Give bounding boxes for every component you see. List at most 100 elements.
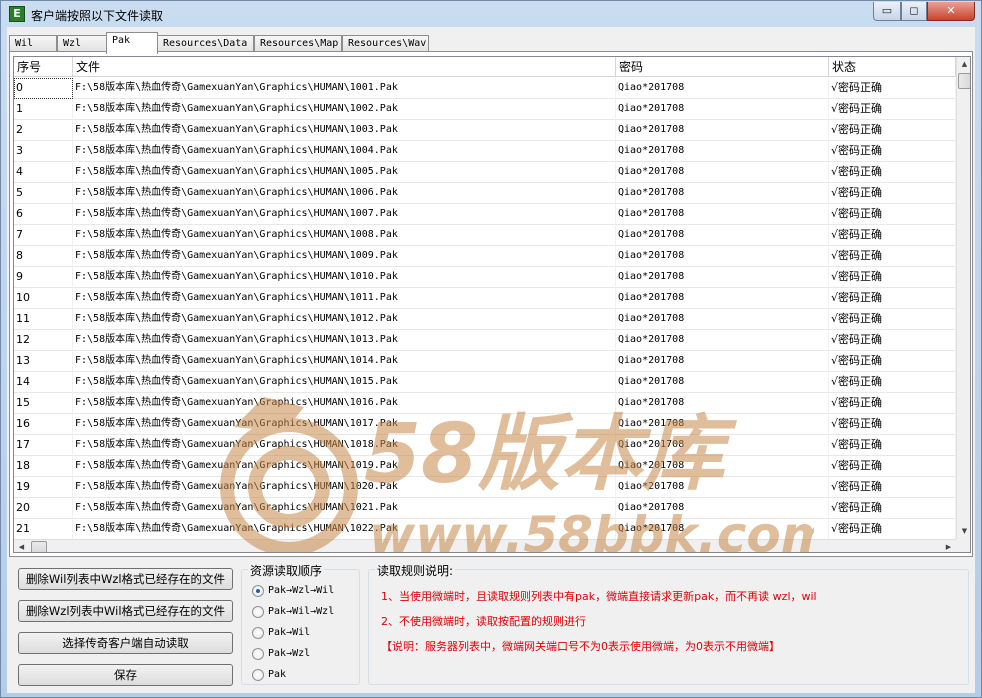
table-row[interactable]: 0 F:\58版本库\热血传奇\GamexuanYan\Graphics\HUMA… <box>14 78 956 99</box>
auto-read-client-button[interactable]: 选择传奇客户端自动读取 <box>18 632 233 654</box>
main-window: E 客户端按照以下文件读取 ▭ ◻ ✕ Wil Wzl Pak Resource… <box>0 0 982 698</box>
table-row[interactable]: 6 F:\58版本库\热血传奇\GamexuanYan\Graphics\HUMA… <box>14 204 956 225</box>
status-cell: √密码正确 <box>829 246 956 267</box>
index-cell: 5 <box>14 183 73 204</box>
table-row[interactable]: 10 F:\58版本库\热血传奇\GamexuanYan\Graphics\HUM… <box>14 288 956 309</box>
rule-line-1: 1、当使用微端时，且读取规则列表中有pak，微端直接请求更新pak，而不再读 w… <box>381 590 817 603</box>
index-cell: 19 <box>14 477 73 498</box>
index-cell: 14 <box>14 372 73 393</box>
radio-button-icon[interactable] <box>252 606 264 618</box>
close-button[interactable]: ✕ <box>927 2 975 21</box>
read-order-option[interactable]: Pak <box>252 667 286 683</box>
radio-button-icon[interactable] <box>252 648 264 660</box>
status-cell: √密码正确 <box>829 183 956 204</box>
password-cell: Qiao*201708 <box>616 351 829 372</box>
table-row[interactable]: 19 F:\58版本库\热血传奇\GamexuanYan\Graphics\HUM… <box>14 477 956 498</box>
table-row[interactable]: 9 F:\58版本库\热血传奇\GamexuanYan\Graphics\HUMA… <box>14 267 956 288</box>
maximize-button[interactable]: ◻ <box>901 2 927 21</box>
window-title: 客户端按照以下文件读取 <box>31 9 164 23</box>
password-cell: Qiao*201708 <box>616 477 829 498</box>
status-cell: √密码正确 <box>829 414 956 435</box>
file-cell: F:\58版本库\热血传奇\GamexuanYan\Graphics\HUMAN… <box>73 246 616 267</box>
tab-pak[interactable]: Pak <box>106 32 158 54</box>
minimize-button[interactable]: ▭ <box>873 2 901 21</box>
table-row[interactable]: 13 F:\58版本库\热血传奇\GamexuanYan\Graphics\HUM… <box>14 351 956 372</box>
horizontal-scrollbar[interactable]: ◀ ▶ <box>14 539 956 552</box>
password-cell: Qiao*201708 <box>616 393 829 414</box>
title-bar[interactable]: E 客户端按照以下文件读取 ▭ ◻ ✕ <box>1 1 981 27</box>
close-icon: ✕ <box>946 4 956 17</box>
index-cell: 2 <box>14 120 73 141</box>
password-cell: Qiao*201708 <box>616 456 829 477</box>
read-order-option-label: Pak→Wil→Wzl <box>268 606 335 617</box>
horizontal-scroll-thumb[interactable] <box>31 541 47 552</box>
column-header-file[interactable]: 文件 <box>73 57 616 77</box>
save-button[interactable]: 保存 <box>18 664 233 686</box>
read-order-option[interactable]: Pak→Wil <box>252 625 310 641</box>
radio-button-icon[interactable] <box>252 669 264 681</box>
password-cell: Qiao*201708 <box>616 225 829 246</box>
table-row[interactable]: 15 F:\58版本库\热血传奇\GamexuanYan\Graphics\HUM… <box>14 393 956 414</box>
file-cell: F:\58版本库\热血传奇\GamexuanYan\Graphics\HUMAN… <box>73 351 616 372</box>
table-row[interactable]: 7 F:\58版本库\热血传奇\GamexuanYan\Graphics\HUMA… <box>14 225 956 246</box>
table-row[interactable]: 1 F:\58版本库\热血传奇\GamexuanYan\Graphics\HUMA… <box>14 99 956 120</box>
column-header-status[interactable]: 状态 <box>829 57 956 77</box>
table-row[interactable]: 3 F:\58版本库\热血传奇\GamexuanYan\Graphics\HUMA… <box>14 141 956 162</box>
table-row[interactable]: 4 F:\58版本库\热血传奇\GamexuanYan\Graphics\HUMA… <box>14 162 956 183</box>
table-row[interactable]: 18 F:\58版本库\热血传奇\GamexuanYan\Graphics\HUM… <box>14 456 956 477</box>
rules-title: 读取规则说明: <box>375 562 456 579</box>
table-row[interactable]: 2 F:\58版本库\热血传奇\GamexuanYan\Graphics\HUMA… <box>14 120 956 141</box>
status-cell: √密码正确 <box>829 204 956 225</box>
table-row[interactable]: 21 F:\58版本库\热血传奇\GamexuanYan\Graphics\HUM… <box>14 519 956 539</box>
table-row[interactable]: 17 F:\58版本库\热血传奇\GamexuanYan\Graphics\HUM… <box>14 435 956 456</box>
status-cell: √密码正确 <box>829 435 956 456</box>
table-row[interactable]: 8 F:\58版本库\热血传奇\GamexuanYan\Graphics\HUMA… <box>14 246 956 267</box>
delete-wzl-dup-button[interactable]: 删除Wzl列表中Wil格式已经存在的文件 <box>18 600 233 622</box>
table-row[interactable]: 14 F:\58版本库\热血传奇\GamexuanYan\Graphics\HUM… <box>14 372 956 393</box>
file-cell: F:\58版本库\热血传奇\GamexuanYan\Graphics\HUMAN… <box>73 120 616 141</box>
rule-line-2: 2、不使用微端时，读取按配置的规则进行 <box>381 615 586 628</box>
table-row[interactable]: 11 F:\58版本库\热血传奇\GamexuanYan\Graphics\HUM… <box>14 309 956 330</box>
table-row[interactable]: 20 F:\58版本库\热血传奇\GamexuanYan\Graphics\HUM… <box>14 498 956 519</box>
status-cell: √密码正确 <box>829 519 956 539</box>
password-cell: Qiao*201708 <box>616 246 829 267</box>
index-cell: 17 <box>14 435 73 456</box>
password-cell: Qiao*201708 <box>616 498 829 519</box>
password-cell: Qiao*201708 <box>616 435 829 456</box>
table-row[interactable]: 5 F:\58版本库\热血传奇\GamexuanYan\Graphics\HUMA… <box>14 183 956 204</box>
password-cell: Qiao*201708 <box>616 162 829 183</box>
scroll-up-icon[interactable]: ▲ <box>957 57 970 72</box>
radio-button-icon[interactable] <box>252 627 264 639</box>
vertical-scrollbar[interactable]: ▲ ▼ <box>956 57 970 539</box>
file-cell: F:\58版本库\热血传奇\GamexuanYan\Graphics\HUMAN… <box>73 183 616 204</box>
password-cell: Qiao*201708 <box>616 519 829 539</box>
file-cell: F:\58版本库\热血传奇\GamexuanYan\Graphics\HUMAN… <box>73 141 616 162</box>
file-grid[interactable]: 序号 文件 密码 状态 0 F:\58版本库\热血传奇\GamexuanYan\G… <box>13 56 971 553</box>
file-cell: F:\58版本库\热血传奇\GamexuanYan\Graphics\HUMAN… <box>73 456 616 477</box>
read-order-title: 资源读取顺序 <box>248 562 325 579</box>
scroll-left-icon[interactable]: ◀ <box>14 540 29 552</box>
index-cell: 1 <box>14 99 73 120</box>
file-cell: F:\58版本库\热血传奇\GamexuanYan\Graphics\HUMAN… <box>73 372 616 393</box>
read-order-option[interactable]: Pak→Wzl <box>252 646 310 662</box>
status-cell: √密码正确 <box>829 267 956 288</box>
status-cell: √密码正确 <box>829 78 956 99</box>
table-row[interactable]: 16 F:\58版本库\热血传奇\GamexuanYan\Graphics\HUM… <box>14 414 956 435</box>
status-cell: √密码正确 <box>829 498 956 519</box>
read-order-option-label: Pak→Wzl <box>268 648 311 659</box>
table-row[interactable]: 12 F:\58版本库\热血传奇\GamexuanYan\Graphics\HUM… <box>14 330 956 351</box>
password-cell: Qiao*201708 <box>616 372 829 393</box>
column-header-password[interactable]: 密码 <box>616 57 829 77</box>
scroll-right-icon[interactable]: ▶ <box>941 540 956 552</box>
status-cell: √密码正确 <box>829 120 956 141</box>
delete-wil-dup-button[interactable]: 删除Wil列表中Wzl格式已经存在的文件 <box>18 568 233 590</box>
column-header-index[interactable]: 序号 <box>14 57 73 77</box>
vertical-scroll-thumb[interactable] <box>958 73 970 89</box>
read-order-option[interactable]: Pak→Wzl→Wil <box>252 583 334 599</box>
scroll-down-icon[interactable]: ▼ <box>957 524 970 539</box>
radio-button-icon[interactable] <box>252 585 264 597</box>
rules-group: 读取规则说明: 1、当使用微端时，且读取规则列表中有pak，微端直接请求更新pa… <box>368 562 969 685</box>
read-order-option[interactable]: Pak→Wil→Wzl <box>252 604 334 620</box>
password-cell: Qiao*201708 <box>616 99 829 120</box>
index-cell: 13 <box>14 351 73 372</box>
